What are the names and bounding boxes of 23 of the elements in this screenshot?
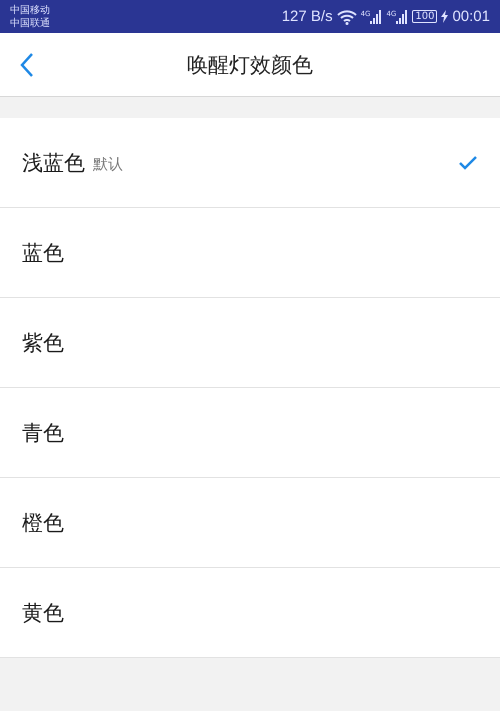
color-option[interactable]: 浅蓝色 默认 — [0, 118, 500, 208]
option-label: 浅蓝色 — [22, 150, 85, 176]
option-label: 蓝色 — [22, 240, 64, 266]
color-option[interactable]: 橙色 — [0, 478, 500, 568]
option-label: 紫色 — [22, 330, 64, 356]
signal-icon — [370, 10, 382, 24]
network-speed: 127 B/s — [282, 8, 333, 25]
color-option[interactable]: 紫色 — [0, 298, 500, 388]
option-label: 青色 — [22, 420, 64, 446]
wifi-icon — [336, 8, 357, 24]
signal-icon — [396, 10, 408, 24]
color-option[interactable]: 黄色 — [0, 568, 500, 658]
page-title: 唤醒灯效颜色 — [186, 52, 314, 78]
option-label: 橙色 — [22, 510, 64, 536]
carrier-name: 中国联通 — [10, 16, 50, 30]
carrier-name: 中国移动 — [10, 4, 50, 16]
clock: 00:01 — [452, 8, 490, 25]
color-option[interactable]: 蓝色 — [0, 208, 500, 298]
battery-level: 100 — [412, 10, 438, 23]
option-label: 黄色 — [22, 600, 64, 626]
color-option[interactable]: 青色 — [0, 388, 500, 478]
default-tag: 默认 — [93, 155, 123, 174]
back-icon — [20, 52, 34, 78]
